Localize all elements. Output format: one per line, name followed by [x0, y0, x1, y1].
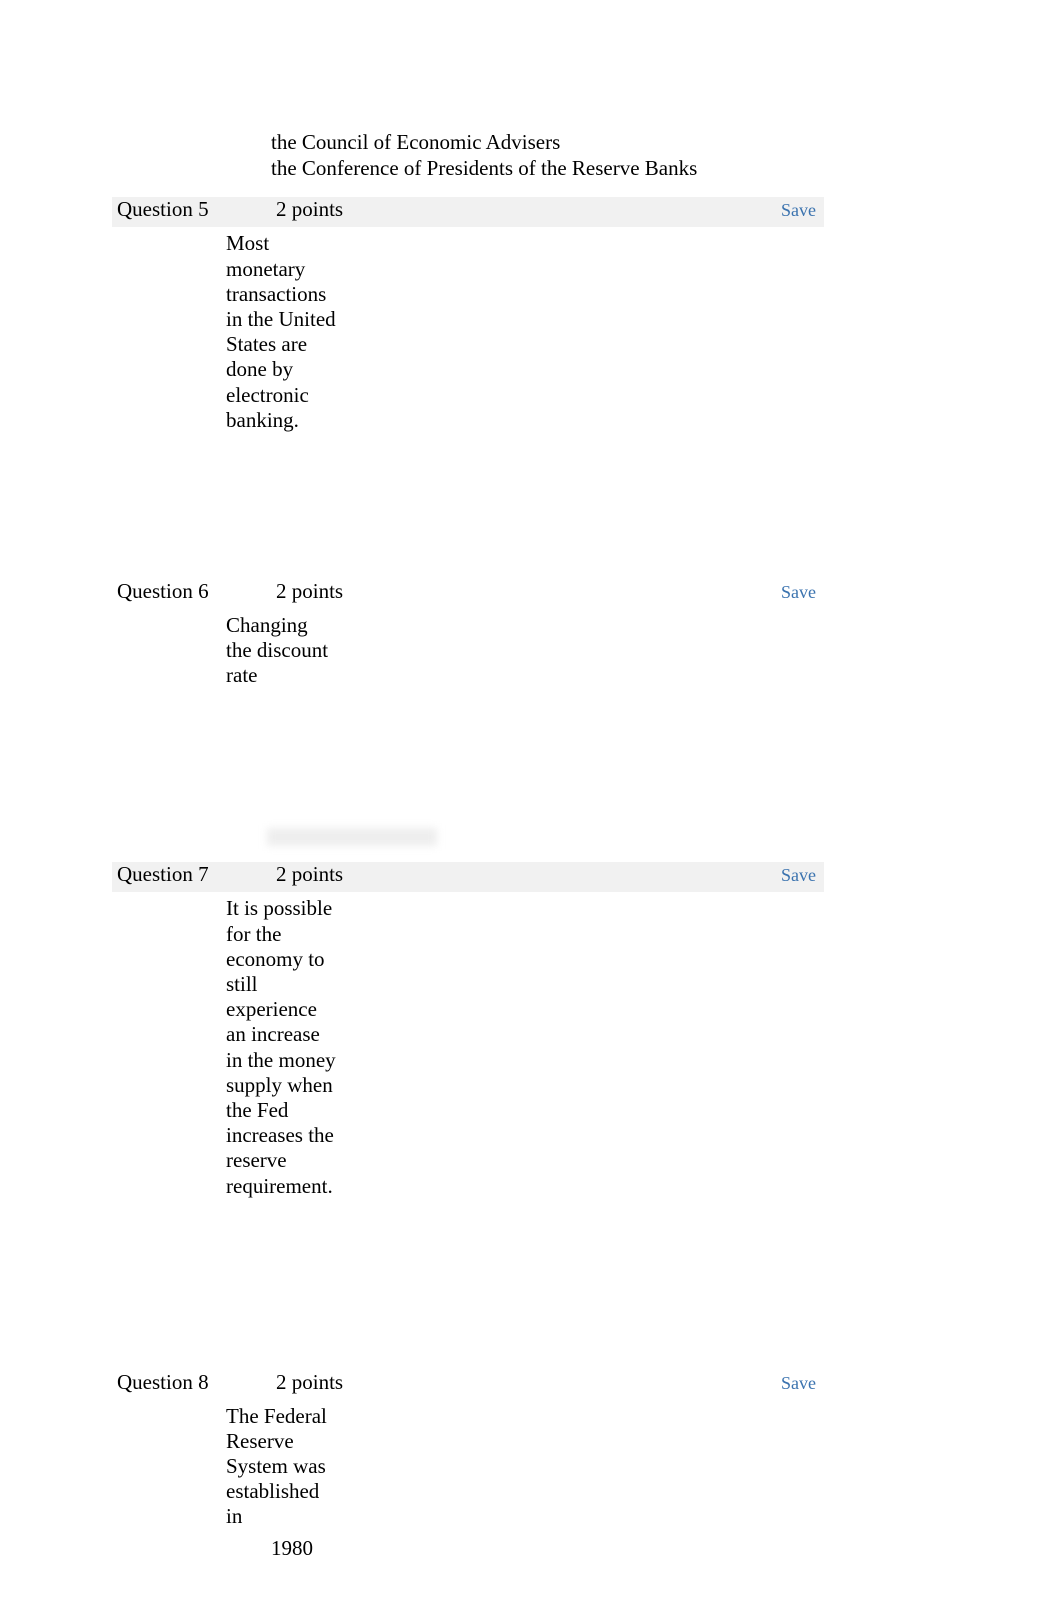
question-points: 2 points	[276, 579, 781, 604]
question-block-5: Question 5 2 points Save Most monetary t…	[112, 197, 824, 563]
question-text: Most monetary transactions in the United…	[226, 231, 338, 433]
question-text: Changing the discount rate	[226, 613, 338, 689]
question-text: The Federal Reserve System was establish…	[226, 1404, 338, 1530]
question-label: Question 7	[117, 862, 276, 887]
question-block-6: Question 6 2 points Save Changing the di…	[112, 579, 824, 847]
question-header: Question 6 2 points Save	[112, 579, 824, 609]
save-link[interactable]: Save	[781, 1373, 824, 1394]
option-text[interactable]: the Council of Economic Advisers	[271, 130, 824, 155]
save-link[interactable]: Save	[781, 200, 824, 221]
previous-question-options: the Council of Economic Advisers the Con…	[271, 130, 824, 181]
question-header: Question 8 2 points Save	[112, 1370, 824, 1400]
question-text: It is possible for the economy to still …	[226, 896, 338, 1198]
question-points: 2 points	[276, 197, 781, 222]
obscured-content	[267, 828, 437, 846]
question-points: 2 points	[276, 1370, 781, 1395]
question-points: 2 points	[276, 862, 781, 887]
save-link[interactable]: Save	[781, 865, 824, 886]
option-text[interactable]: the Conference of Presidents of the Rese…	[271, 156, 824, 181]
question-label: Question 5	[117, 197, 276, 222]
option-text[interactable]: 1980	[271, 1536, 824, 1561]
question-block-8: Question 8 2 points Save The Federal Res…	[112, 1370, 824, 1561]
question-block-7: Question 7 2 points Save It is possible …	[112, 862, 824, 1353]
question-header: Question 5 2 points Save	[112, 197, 824, 227]
question-header: Question 7 2 points Save	[112, 862, 824, 892]
save-link[interactable]: Save	[781, 582, 824, 603]
question-options: 1980	[271, 1536, 824, 1561]
question-label: Question 8	[117, 1370, 276, 1395]
question-label: Question 6	[117, 579, 276, 604]
